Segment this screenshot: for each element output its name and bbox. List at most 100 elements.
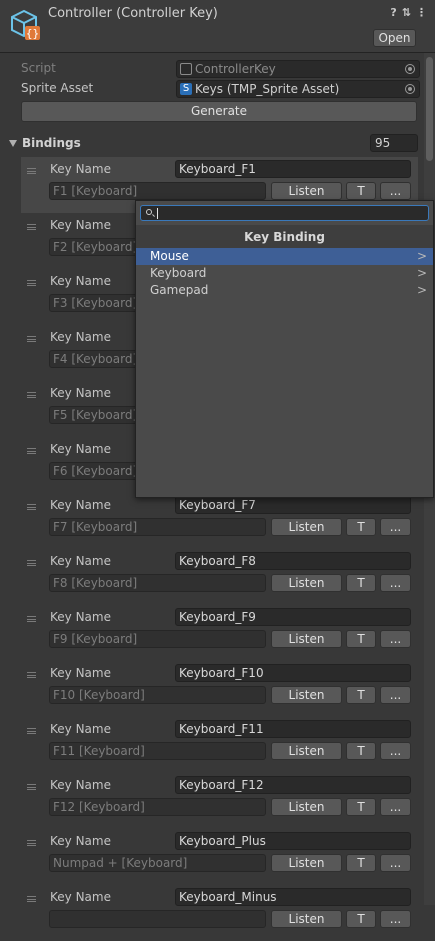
- submenu-arrow-icon: >: [416, 249, 427, 263]
- binding-item[interactable]: Key Name Keyboard_F9 F9 [Keyboard] Listen T.…: [21, 605, 418, 661]
- listen-button[interactable]: Listen: [271, 518, 342, 536]
- bindings-count-field[interactable]: 95: [370, 134, 418, 152]
- listen-button[interactable]: Listen: [271, 798, 342, 816]
- scrollbar-thumb[interactable]: [426, 57, 433, 161]
- binding-path-field[interactable]: F12 [Keyboard]: [49, 798, 266, 816]
- text-mode-button[interactable]: T: [346, 742, 376, 760]
- text-mode-button[interactable]: T: [346, 630, 376, 648]
- drag-handle-icon[interactable]: [27, 224, 36, 230]
- key-name-field[interactable]: Keyboard_F10: [175, 664, 411, 682]
- drag-handle-icon[interactable]: [27, 728, 36, 734]
- key-name-field[interactable]: Keyboard_F11: [175, 720, 411, 738]
- more-options-button[interactable]: ...: [380, 630, 411, 648]
- listen-button[interactable]: Listen: [271, 854, 342, 872]
- drag-handle-icon[interactable]: [27, 336, 36, 342]
- key-name-field[interactable]: Keyboard_Minus: [175, 888, 411, 906]
- more-options-button[interactable]: ...: [380, 910, 411, 928]
- binding-path-field[interactable]: F1 [Keyboard]: [49, 182, 266, 200]
- binding-item[interactable]: Key Name Keyboard_F10 F10 [Keyboard] Listen…: [21, 661, 418, 717]
- popup-option-gamepad[interactable]: Gamepad >: [136, 282, 433, 299]
- binding-path-field[interactable]: F10 [Keyboard]: [49, 686, 266, 704]
- text-mode-button[interactable]: T: [346, 798, 376, 816]
- object-picker-icon[interactable]: [405, 84, 415, 94]
- more-options-button[interactable]: ...: [380, 518, 411, 536]
- text-mode-button[interactable]: T: [346, 574, 376, 592]
- listen-button[interactable]: Listen: [271, 686, 342, 704]
- option-label: Gamepad: [150, 283, 209, 297]
- text-mode-button[interactable]: T: [346, 182, 376, 200]
- drag-handle-icon[interactable]: [27, 560, 36, 566]
- key-name-field[interactable]: Keyboard_F12: [175, 776, 411, 794]
- script-cube-icon: {}: [11, 9, 40, 40]
- binding-path-field[interactable]: [49, 910, 266, 928]
- listen-button[interactable]: Listen: [271, 574, 342, 592]
- drag-handle-icon[interactable]: [27, 784, 36, 790]
- component-title: Controller (Controller Key): [48, 6, 218, 21]
- bindings-foldout[interactable]: Bindings 95: [0, 134, 420, 154]
- key-name-field[interactable]: Keyboard_F9: [175, 608, 411, 626]
- more-options-button[interactable]: ...: [380, 574, 411, 592]
- help-icon[interactable]: ?: [390, 6, 396, 19]
- key-name-label: Key Name: [50, 890, 111, 904]
- drag-handle-icon[interactable]: [27, 896, 36, 902]
- binding-item[interactable]: Key Name Keyboard_F7 F7 [Keyboard] Listen T.…: [21, 493, 418, 549]
- key-name-field[interactable]: Keyboard_F7: [175, 496, 411, 514]
- binding-item[interactable]: Key Name Keyboard_Minus Listen T...: [21, 885, 418, 941]
- more-options-button[interactable]: ...: [380, 742, 411, 760]
- key-name-field[interactable]: Keyboard_F1: [175, 160, 411, 178]
- drag-handle-icon[interactable]: [27, 616, 36, 622]
- script-object-field[interactable]: ControllerKey: [176, 60, 420, 78]
- more-options-button[interactable]: ...: [380, 182, 411, 200]
- binding-path-field[interactable]: Numpad + [Keyboard]: [49, 854, 266, 872]
- listen-button[interactable]: Listen: [271, 742, 342, 760]
- key-name-field[interactable]: Keyboard_Plus: [175, 832, 411, 850]
- text-mode-button[interactable]: T: [346, 518, 376, 536]
- drag-handle-icon[interactable]: [27, 672, 36, 678]
- drag-handle-icon[interactable]: [27, 840, 36, 846]
- key-name-label: Key Name: [50, 666, 111, 680]
- text-mode-button[interactable]: T: [346, 686, 376, 704]
- binding-path-field[interactable]: F7 [Keyboard]: [49, 518, 266, 536]
- binding-path-field[interactable]: F8 [Keyboard]: [49, 574, 266, 592]
- inspector-header: {} Controller (Controller Key) ? ⇅ ⋮ Ope…: [0, 0, 435, 52]
- binding-item[interactable]: Key Name Keyboard_F8 F8 [Keyboard] Listen T.…: [21, 549, 418, 605]
- popup-search-input[interactable]: [140, 205, 429, 221]
- listen-button[interactable]: Listen: [271, 910, 342, 928]
- binding-item[interactable]: Key Name Keyboard_F11 F11 [Keyboard] Listen…: [21, 717, 418, 773]
- key-binding-popup: Key Binding Mouse > Keyboard > Gamepad >: [135, 200, 434, 498]
- binding-item[interactable]: Key Name Keyboard_F12 F12 [Keyboard] Listen…: [21, 773, 418, 829]
- binding-path-field[interactable]: F11 [Keyboard]: [49, 742, 266, 760]
- drag-handle-icon[interactable]: [27, 280, 36, 286]
- key-name-field[interactable]: Keyboard_F8: [175, 552, 411, 570]
- generate-button[interactable]: Generate: [21, 101, 417, 122]
- option-label: Keyboard: [150, 266, 207, 280]
- text-mode-button[interactable]: T: [346, 910, 376, 928]
- object-picker-icon[interactable]: [405, 64, 415, 74]
- popup-option-mouse[interactable]: Mouse >: [136, 248, 433, 265]
- key-name-label: Key Name: [50, 610, 111, 624]
- drag-handle-icon[interactable]: [27, 448, 36, 454]
- drag-handle-icon[interactable]: [27, 392, 36, 398]
- more-options-button[interactable]: ...: [380, 854, 411, 872]
- context-menu-icon[interactable]: ⋮: [416, 6, 427, 19]
- script-field: Script ControllerKey: [21, 60, 420, 78]
- script-file-icon: [180, 63, 192, 75]
- drag-handle-icon[interactable]: [27, 168, 36, 174]
- binding-path-field[interactable]: F9 [Keyboard]: [49, 630, 266, 648]
- sprite-asset-object-field[interactable]: S Keys (TMP_Sprite Asset): [176, 80, 420, 98]
- listen-button[interactable]: Listen: [271, 182, 342, 200]
- text-mode-button[interactable]: T: [346, 854, 376, 872]
- listen-button[interactable]: Listen: [271, 630, 342, 648]
- preset-settings-icon[interactable]: ⇅: [402, 6, 411, 19]
- key-name-label: Key Name: [50, 778, 111, 792]
- script-label: Script: [21, 61, 56, 75]
- drag-handle-icon[interactable]: [27, 504, 36, 510]
- header-icons: ? ⇅ ⋮: [390, 6, 427, 19]
- key-name-label: Key Name: [50, 722, 111, 736]
- open-button[interactable]: Open: [373, 29, 416, 47]
- more-options-button[interactable]: ...: [380, 686, 411, 704]
- foldout-arrow-icon[interactable]: [9, 140, 17, 147]
- popup-option-keyboard[interactable]: Keyboard >: [136, 265, 433, 282]
- more-options-button[interactable]: ...: [380, 798, 411, 816]
- binding-item[interactable]: Key Name Keyboard_Plus Numpad + [Keyboard]…: [21, 829, 418, 885]
